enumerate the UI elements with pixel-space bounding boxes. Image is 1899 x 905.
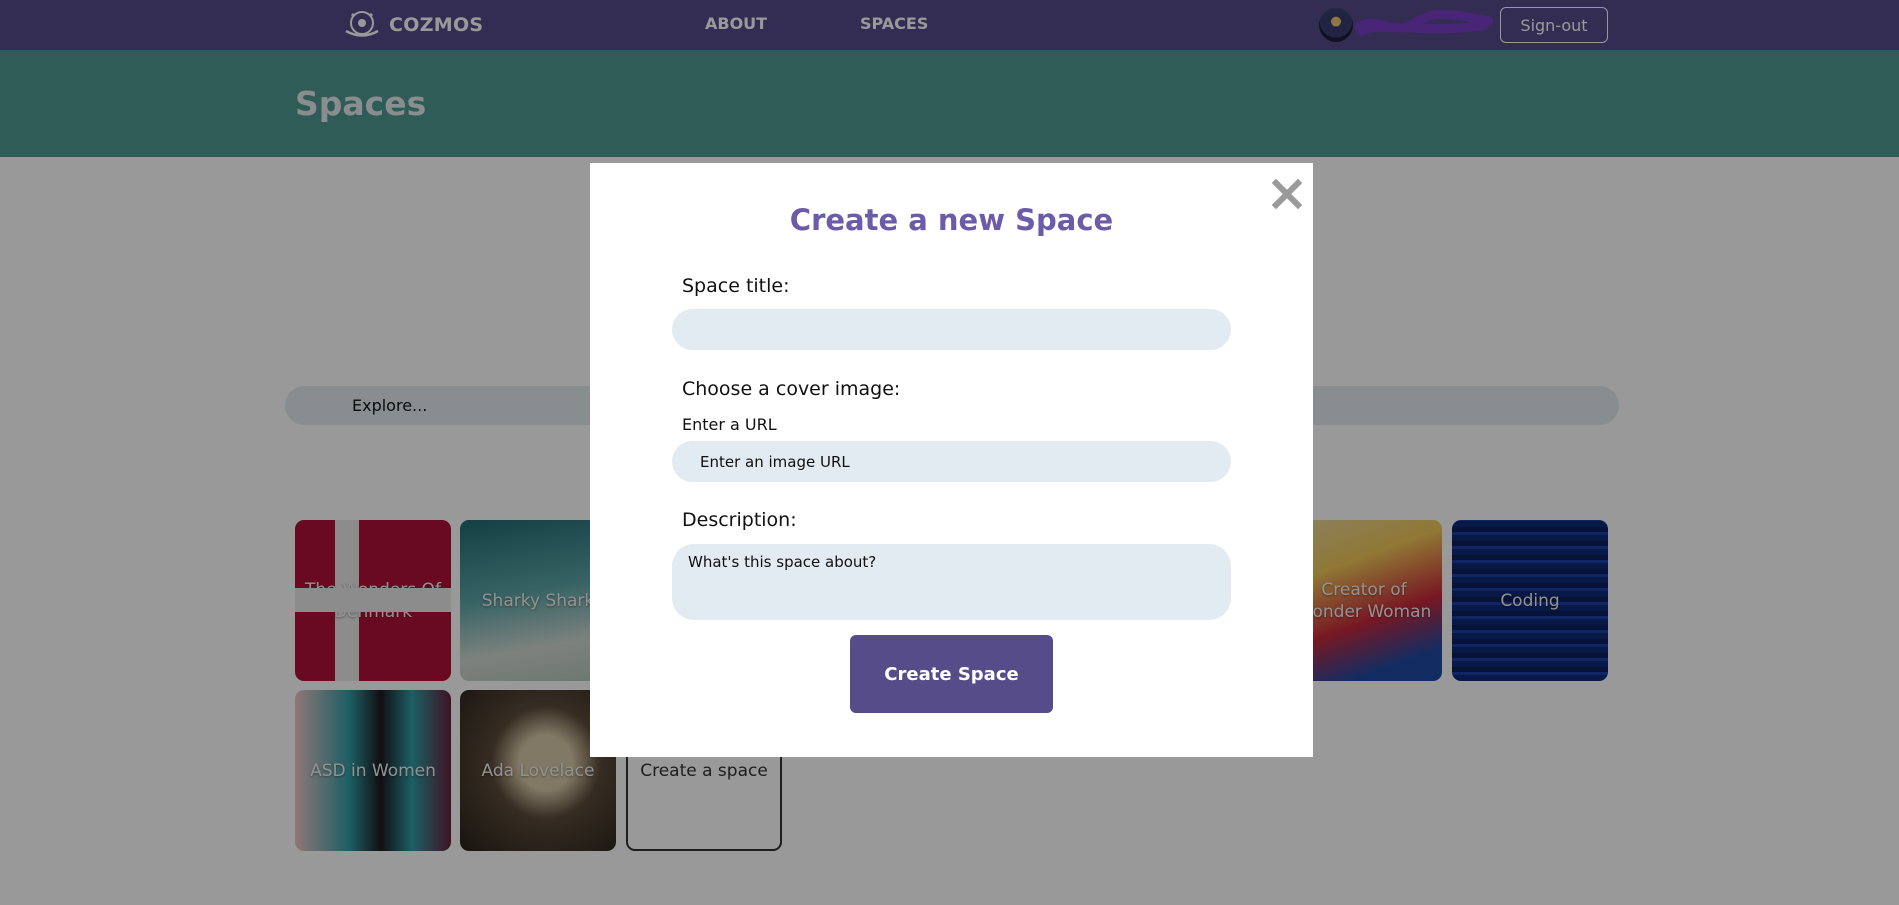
image-url-input[interactable] — [672, 441, 1231, 482]
create-space-modal: Create a new Space Space title: Choose a… — [590, 163, 1313, 757]
description-input[interactable] — [672, 544, 1231, 620]
space-title-input[interactable] — [672, 309, 1231, 350]
create-space-button[interactable]: Create Space — [850, 635, 1053, 713]
description-label: Description: — [682, 509, 797, 531]
enter-url-label: Enter a URL — [682, 415, 777, 434]
space-title-label: Space title: — [682, 275, 790, 297]
modal-title: Create a new Space — [789, 203, 1114, 237]
cover-image-label: Choose a cover image: — [682, 378, 901, 400]
